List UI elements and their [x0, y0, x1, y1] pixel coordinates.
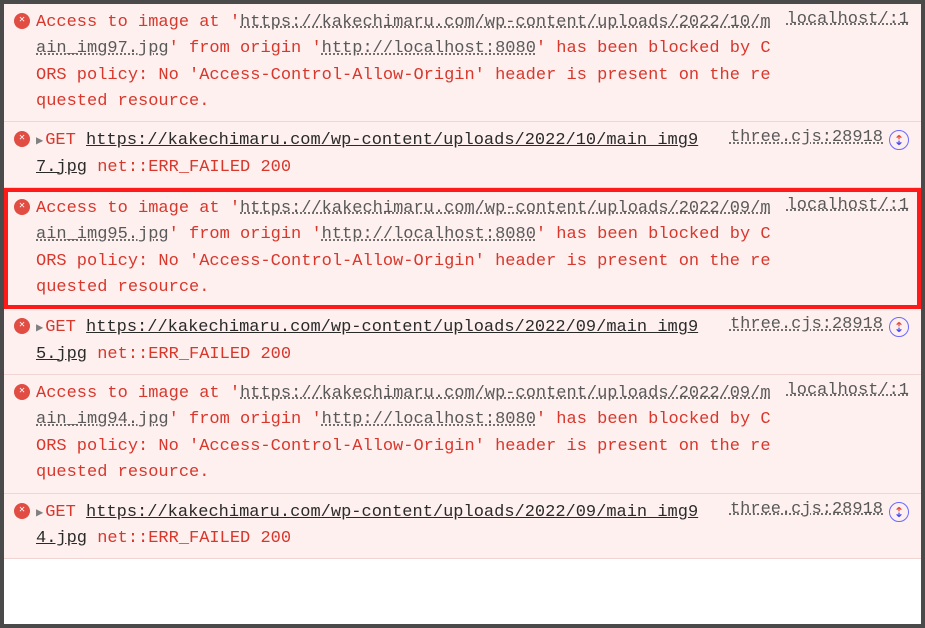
error-icon [14, 13, 30, 29]
console-message: ▶GET https://kakechimaru.com/wp-content/… [36, 315, 718, 368]
origin-url-link[interactable]: http://localhost:8080 [322, 225, 536, 244]
console-panel: Access to image at 'https://kakechimaru.… [4, 4, 921, 624]
source-link[interactable]: localhost/:1 [787, 10, 909, 29]
http-method: GET [45, 131, 76, 150]
source-link[interactable]: three.cjs:28918 [730, 315, 883, 334]
expand-arrow-icon[interactable]: ▶ [36, 506, 43, 520]
reload-icon[interactable] [889, 130, 909, 150]
source-link[interactable]: localhost/:1 [787, 196, 909, 215]
http-method: GET [45, 503, 76, 522]
expand-arrow-icon[interactable]: ▶ [36, 321, 43, 335]
source-link[interactable]: three.cjs:28918 [730, 500, 883, 519]
console-row[interactable]: Access to image at 'https://kakechimaru.… [4, 4, 921, 122]
error-icon [14, 503, 30, 519]
console-row[interactable]: ▶GET https://kakechimaru.com/wp-content/… [4, 309, 921, 375]
origin-url-link[interactable]: http://localhost:8080 [322, 39, 536, 58]
reload-icon[interactable] [889, 502, 909, 522]
source-link[interactable]: localhost/:1 [787, 381, 909, 400]
error-icon [14, 318, 30, 334]
console-message: ▶GET https://kakechimaru.com/wp-content/… [36, 500, 718, 553]
message-text: ' from origin ' [169, 39, 322, 58]
console-message: ▶GET https://kakechimaru.com/wp-content/… [36, 128, 718, 181]
console-row-content: ▶GET https://kakechimaru.com/wp-content/… [36, 500, 883, 553]
error-status: net::ERR_FAILED 200 [87, 158, 291, 177]
error-icon [14, 131, 30, 147]
expand-arrow-icon[interactable]: ▶ [36, 134, 43, 148]
console-row-content: Access to image at 'https://kakechimaru.… [36, 10, 909, 115]
source-link[interactable]: three.cjs:28918 [730, 128, 883, 147]
message-text: ' from origin ' [169, 410, 322, 429]
console-row-content: ▶GET https://kakechimaru.com/wp-content/… [36, 315, 883, 368]
console-row-content: Access to image at 'https://kakechimaru.… [36, 196, 909, 301]
error-status: net::ERR_FAILED 200 [87, 345, 291, 364]
console-row[interactable]: ▶GET https://kakechimaru.com/wp-content/… [4, 494, 921, 560]
console-message: Access to image at 'https://kakechimaru.… [36, 381, 775, 486]
console-row[interactable]: Access to image at 'https://kakechimaru.… [4, 375, 921, 493]
reload-icon[interactable] [889, 317, 909, 337]
console-row-content: ▶GET https://kakechimaru.com/wp-content/… [36, 128, 883, 181]
error-icon [14, 384, 30, 400]
message-text: Access to image at ' [36, 13, 240, 32]
console-row[interactable]: ▶GET https://kakechimaru.com/wp-content/… [4, 122, 921, 188]
message-text: ' from origin ' [169, 225, 322, 244]
console-row[interactable]: Access to image at 'https://kakechimaru.… [4, 188, 921, 309]
message-text: Access to image at ' [36, 199, 240, 218]
console-row-content: Access to image at 'https://kakechimaru.… [36, 381, 909, 486]
error-icon [14, 199, 30, 215]
console-message: Access to image at 'https://kakechimaru.… [36, 196, 775, 301]
message-text: Access to image at ' [36, 384, 240, 403]
http-method: GET [45, 318, 76, 337]
console-message: Access to image at 'https://kakechimaru.… [36, 10, 775, 115]
error-status: net::ERR_FAILED 200 [87, 529, 291, 548]
origin-url-link[interactable]: http://localhost:8080 [322, 410, 536, 429]
